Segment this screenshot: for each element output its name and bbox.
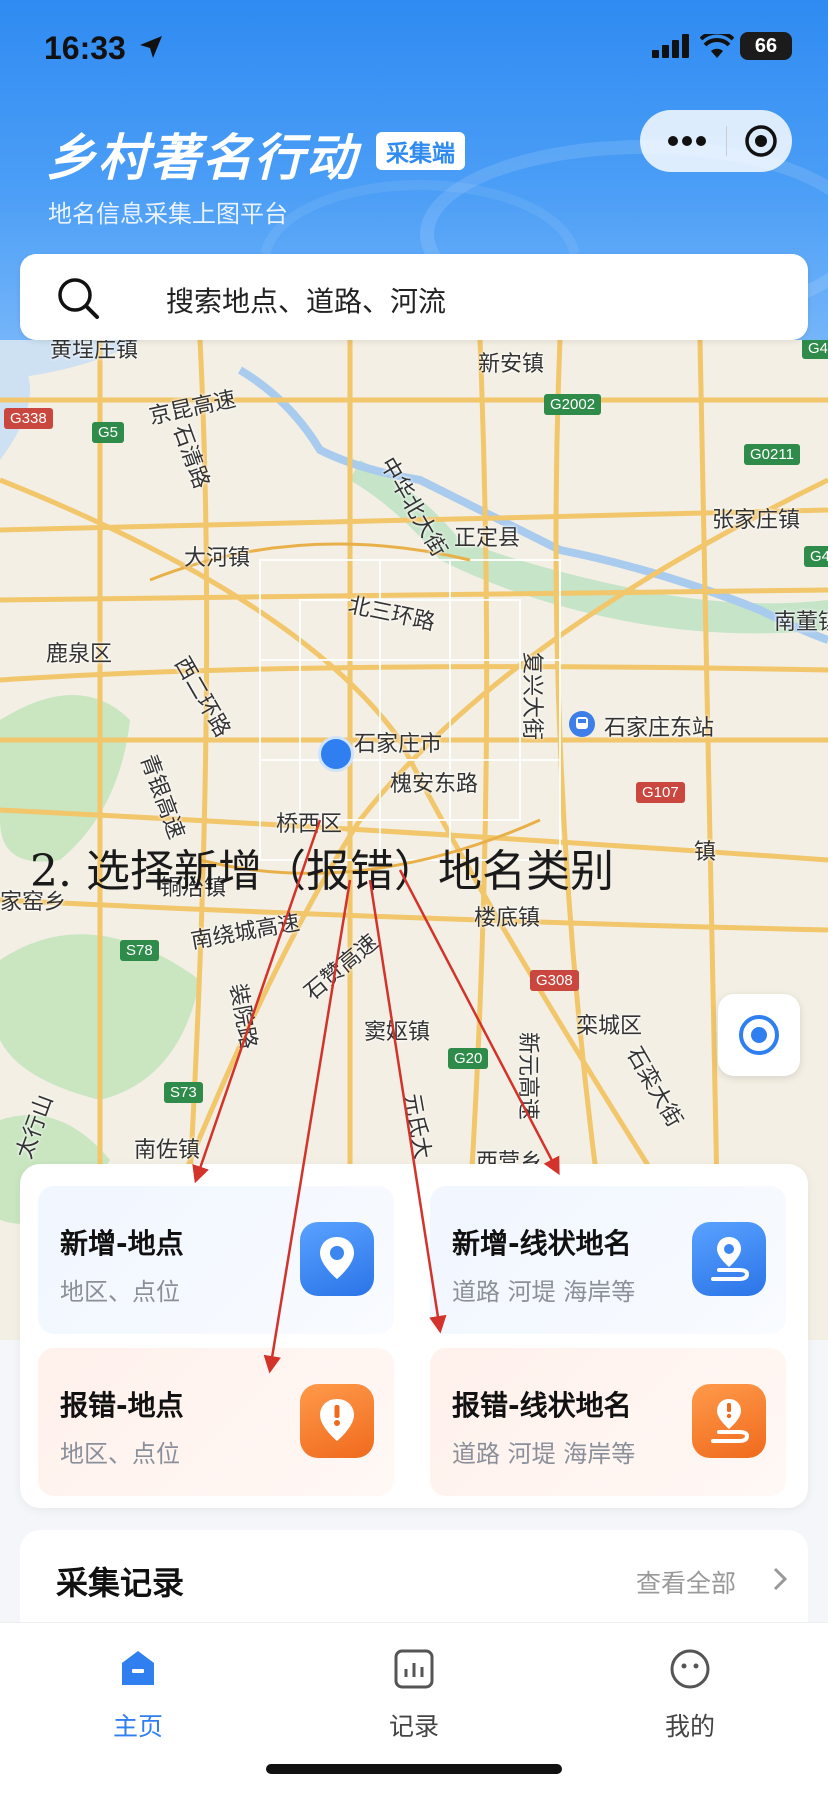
road-shield: S78 [120, 940, 159, 961]
app-tag: 采集端 [376, 132, 465, 170]
place-pin-icon [300, 1222, 374, 1296]
road-shield: G4 [802, 340, 828, 359]
card-subtitle: 地区、点位 [60, 1278, 180, 1306]
locate-icon [739, 1015, 779, 1055]
current-location-marker [318, 736, 354, 772]
search-placeholder: 搜索地点、道路、河流 [166, 285, 447, 318]
map-label: 鹿泉区 [46, 642, 113, 667]
map-label: 新元高速 [515, 1031, 541, 1121]
records-title: 采集记录 [56, 1564, 185, 1602]
close-miniprogram-button[interactable] [744, 124, 778, 158]
error-pin-icon [300, 1384, 374, 1458]
road-shield: S73 [164, 1082, 203, 1103]
train-station-icon [569, 711, 595, 737]
map-label: 楼底镇 [474, 906, 541, 931]
card-title: 新增-地点 [60, 1227, 184, 1260]
search-icon [58, 278, 99, 319]
instruction-annotation: 2. 选择新增（报错）地名类别 [30, 846, 614, 897]
card-title: 报错-地点 [60, 1389, 184, 1422]
add-place-card[interactable]: 新增-地点 地区、点位 [38, 1186, 394, 1334]
home-icon [122, 1651, 154, 1685]
wifi-icon [700, 34, 734, 58]
records-icon [394, 1649, 434, 1689]
action-panel: 新增-地点 地区、点位 新增-线状地名 道路 河堤 海岸等 报错-地点 地区、点… [20, 1164, 808, 1508]
location-arrow-icon [140, 36, 162, 58]
map-label: 张家庄镇 [712, 508, 801, 533]
error-route-icon [692, 1384, 766, 1458]
map-label: 大河镇 [184, 546, 251, 571]
tab-record[interactable]: 记录 [344, 1635, 484, 1745]
more-button[interactable] [662, 124, 712, 158]
map-label: 石家庄东站 [604, 716, 715, 741]
tab-home[interactable]: 主页 [68, 1635, 208, 1745]
more-icon [668, 136, 706, 146]
map-label: 窦妪镇 [364, 1020, 431, 1045]
app-title: 乡村著名行动 [46, 129, 358, 187]
tab-mine[interactable]: 我的 [620, 1635, 760, 1745]
card-title: 报错-线状地名 [452, 1389, 632, 1422]
status-bar: 16:33 66 [0, 0, 828, 100]
map-label: 镇 [694, 840, 717, 865]
capsule-divider [726, 126, 727, 156]
map-label: 新安镇 [478, 352, 545, 377]
profile-icon [670, 1649, 710, 1689]
search-bar[interactable]: 搜索地点、道路、河流 [20, 254, 808, 340]
locate-button[interactable] [718, 994, 800, 1076]
road-shield: G0211 [744, 444, 800, 465]
road-shield: G20 [448, 1048, 489, 1069]
card-subtitle: 地区、点位 [60, 1440, 180, 1468]
map-label: 复兴大街 [519, 651, 545, 741]
road-shield: G4 [804, 546, 828, 567]
map-label: 桥西区 [276, 812, 343, 837]
map-label: 黄埕庄镇 [50, 340, 139, 363]
road-shield: G338 [4, 408, 53, 429]
report-error-line-card[interactable]: 报错-线状地名 道路 河堤 海岸等 [430, 1348, 786, 1496]
card-subtitle: 道路 河堤 海岸等 [452, 1278, 636, 1306]
chevron-right-icon[interactable] [772, 1566, 788, 1592]
card-subtitle: 道路 河堤 海岸等 [452, 1440, 636, 1468]
app-subtitle: 地名信息采集上图平台 [48, 200, 288, 228]
miniprogram-capsule [640, 110, 792, 172]
tab-label: 主页 [112, 1712, 163, 1741]
road-shield: G308 [530, 970, 579, 991]
map-label: 南董镇 [774, 610, 828, 635]
route-pin-icon [692, 1222, 766, 1296]
map-label: 石家庄市 [354, 732, 443, 757]
card-title: 新增-线状地名 [452, 1227, 632, 1260]
signal-icon [652, 34, 689, 58]
home-indicator [266, 1764, 562, 1774]
status-time: 16:33 [44, 30, 126, 66]
report-error-place-card[interactable]: 报错-地点 地区、点位 [38, 1348, 394, 1496]
map-label: 栾城区 [576, 1014, 643, 1039]
tab-label: 我的 [664, 1712, 715, 1741]
map-label: 南佐镇 [134, 1138, 201, 1163]
map-label: 槐安东路 [390, 772, 479, 797]
tab-label: 记录 [388, 1712, 439, 1741]
battery-indicator: 66 [740, 32, 792, 60]
road-shield: G5 [92, 422, 125, 443]
road-shield: G107 [636, 782, 685, 803]
road-shield: G2002 [544, 394, 602, 415]
map-label: 正定县 [454, 526, 521, 551]
view-all-link[interactable]: 查看全部 [636, 1564, 736, 1600]
add-line-card[interactable]: 新增-线状地名 道路 河堤 海岸等 [430, 1186, 786, 1334]
